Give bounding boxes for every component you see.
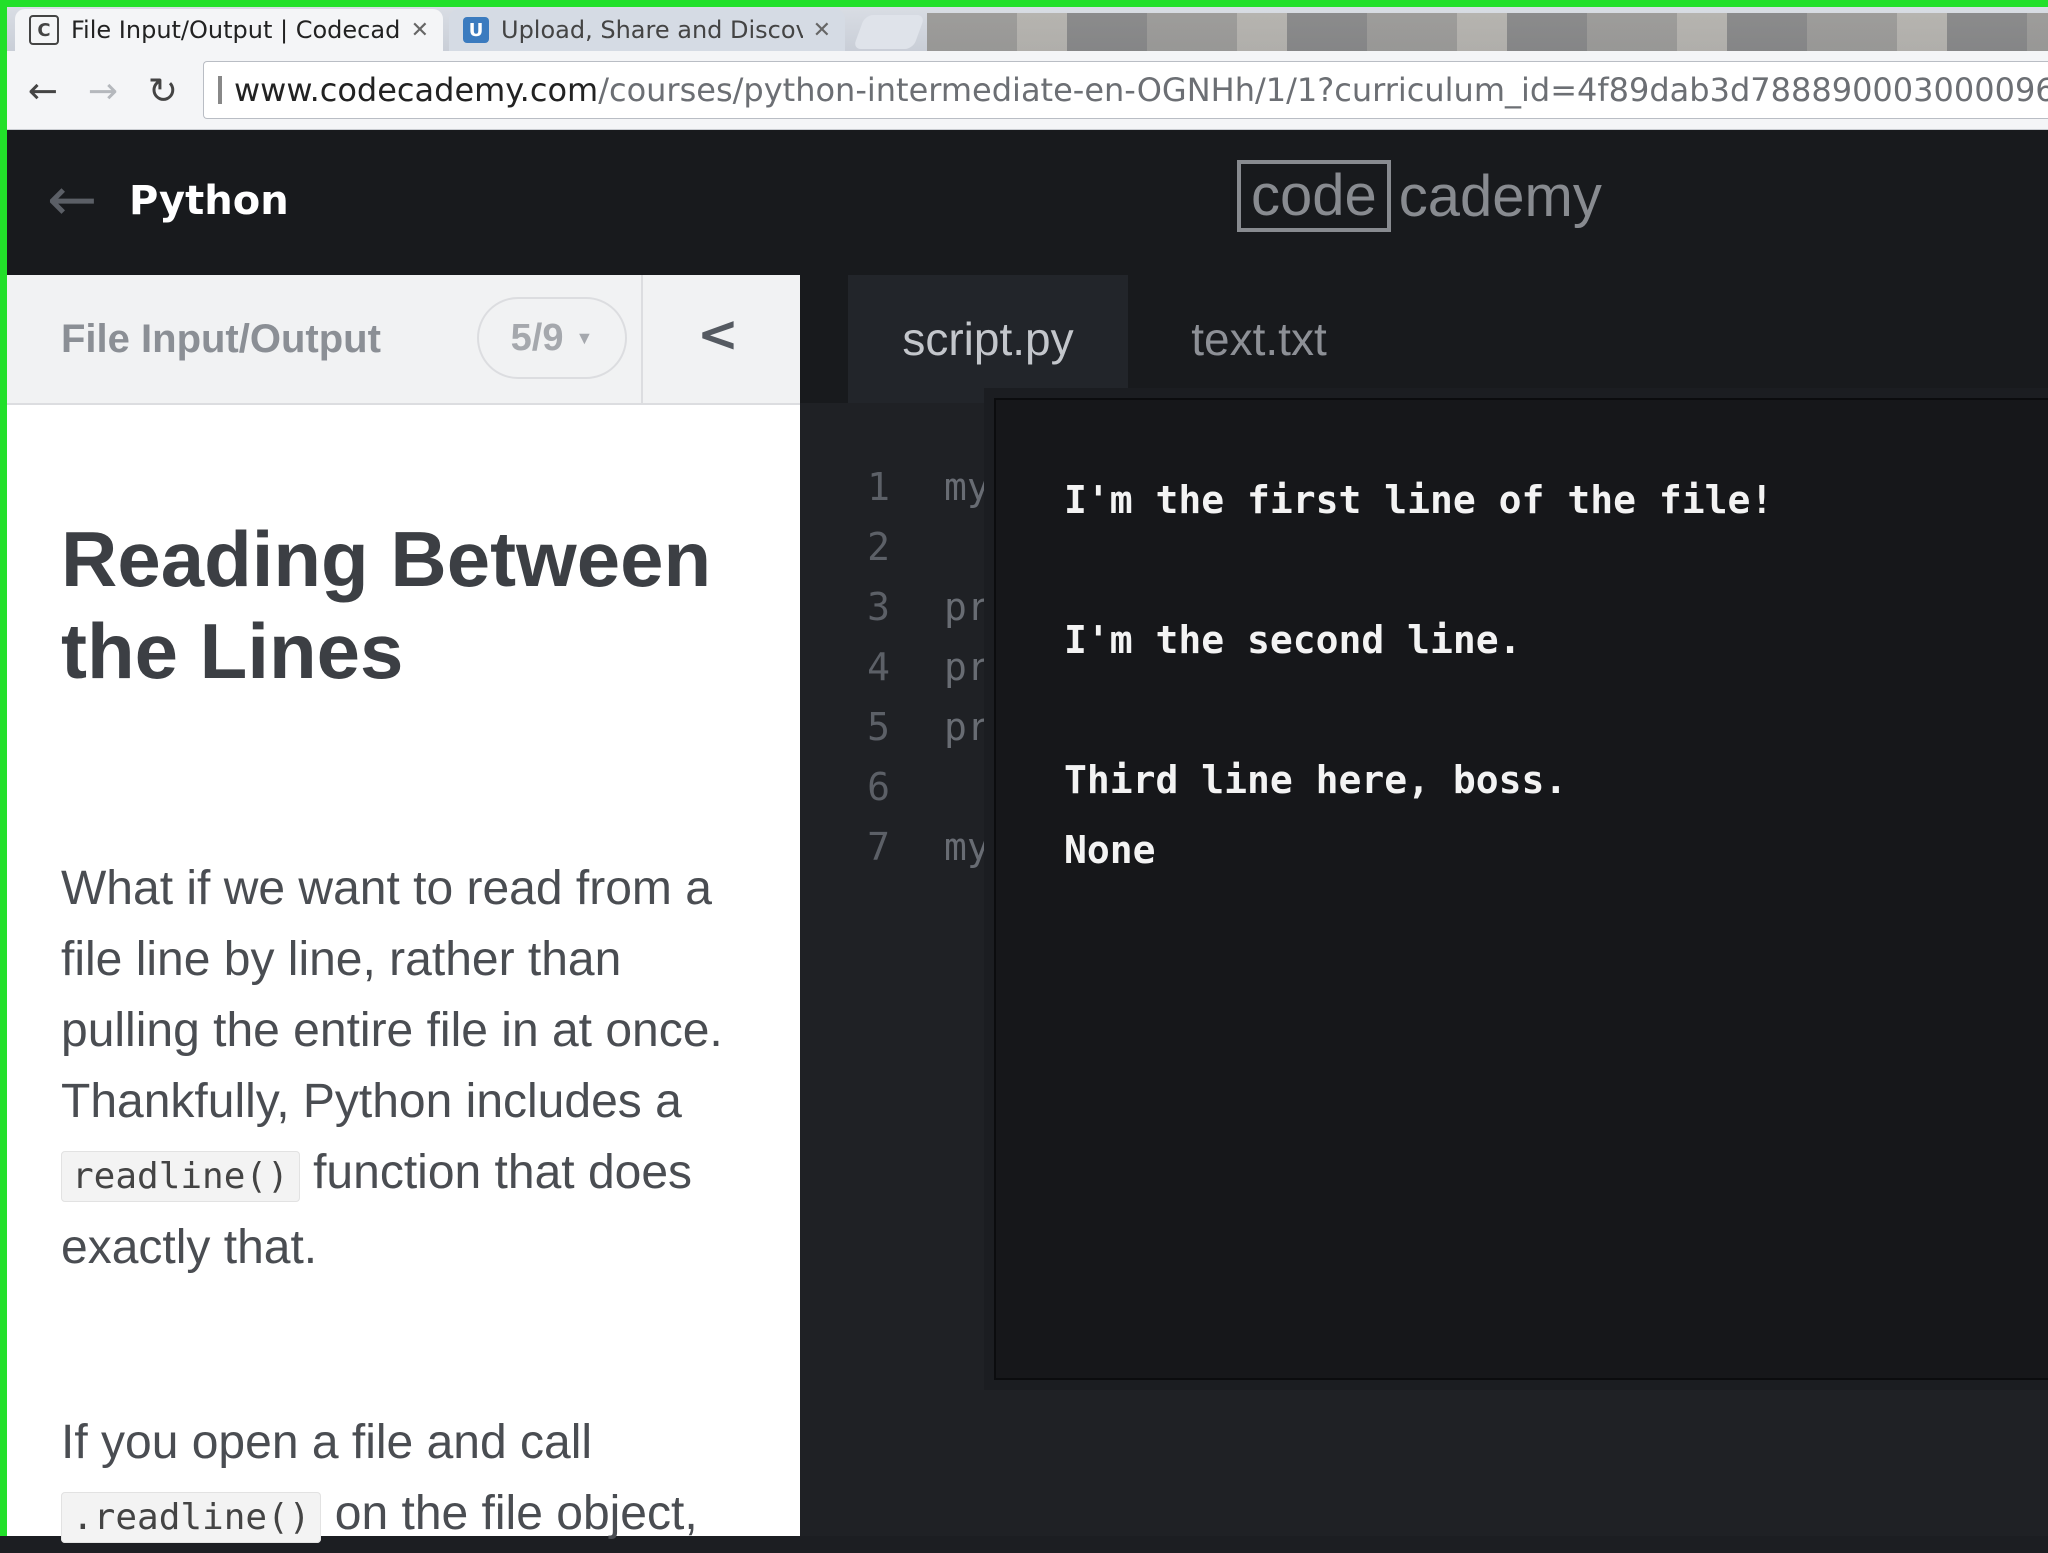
lesson-panel: File Input/Output 5/9 ▼ < Reading Between…	[7, 275, 800, 1543]
course-back-arrow-icon[interactable]: ←	[47, 170, 97, 230]
tab-label: Upload, Share and Discover	[501, 16, 803, 44]
close-tab-icon[interactable]: ✕	[813, 18, 831, 43]
line-number: 5	[867, 705, 890, 749]
code-line: 6	[800, 757, 944, 817]
file-tabs: script.py text.txt	[800, 275, 2048, 403]
progress-text: 5/9	[510, 316, 564, 359]
back-arrow-icon[interactable]: ←	[21, 69, 65, 113]
output-line: I'm the first line of the file!	[1064, 478, 1774, 522]
output-line: I'm the second line.	[1064, 618, 1522, 662]
collapse-panel-icon[interactable]: <	[697, 305, 739, 363]
code-line: 4 pri	[800, 637, 1013, 697]
line-number: 1	[867, 465, 890, 509]
browser-tabstrip: C File Input/Output | Codecademy ✕ U Upl…	[7, 7, 2048, 51]
paragraph-text: on the file object,	[321, 1487, 698, 1540]
file-tab-text[interactable]: text.txt	[1134, 275, 1384, 403]
code-line: 5 pri	[800, 697, 1013, 757]
line-number: 6	[867, 765, 890, 809]
logo-rest-text: cademy	[1398, 163, 1602, 229]
forward-arrow-icon[interactable]: →	[81, 69, 125, 113]
address-bar[interactable]: www.codecademy.com/courses/python-interm…	[203, 61, 2048, 119]
tabstrip-background	[927, 13, 2048, 51]
file-tab-script[interactable]: script.py	[848, 275, 1128, 403]
close-tab-icon[interactable]: ✕	[411, 18, 429, 43]
inline-code: readline()	[61, 1151, 300, 1202]
chevron-down-icon: ▼	[575, 327, 594, 348]
logo-boxed-text: code	[1237, 160, 1391, 232]
browser-tab-upload[interactable]: U Upload, Share and Discover ✕	[449, 9, 845, 51]
code-line: 3 pri	[800, 577, 1013, 637]
course-title[interactable]: Python	[129, 178, 289, 224]
progress-dropdown[interactable]: 5/9 ▼	[477, 297, 627, 379]
lesson-paragraph-2: If you open a file and call .readline() …	[61, 1407, 761, 1553]
line-number: 7	[867, 825, 890, 869]
output-console: I'm the first line of the file! I'm the …	[994, 398, 2048, 1380]
output-line: None	[1064, 828, 1156, 872]
lesson-paragraph-1: What if we want to read from a file line…	[61, 853, 761, 1283]
line-number: 4	[867, 645, 890, 689]
tab-label: File Input/Output | Codecademy	[71, 16, 401, 44]
codecademy-favicon-icon: C	[29, 15, 59, 45]
inline-code: .readline()	[61, 1492, 322, 1543]
app-header: ← Python code cademy	[7, 130, 2048, 275]
paragraph-text: If you open a file and call	[61, 1416, 593, 1469]
browser-toolbar: ← → ↻ www.codecademy.com/courses/python-…	[7, 51, 2048, 130]
page-icon	[218, 76, 222, 104]
code-line: 2	[800, 517, 944, 577]
code-line: 1 my_	[800, 457, 1013, 517]
upload-favicon-icon: U	[463, 17, 489, 43]
browser-tab-codecademy[interactable]: C File Input/Output | Codecademy ✕	[15, 9, 443, 51]
reload-icon[interactable]: ↻	[141, 69, 185, 113]
code-line: 7 my_	[800, 817, 1013, 877]
new-tab-button[interactable]	[852, 15, 926, 49]
lesson-nav-bar: File Input/Output 5/9 ▼ <	[7, 275, 800, 405]
divider	[641, 275, 643, 403]
line-number: 2	[867, 525, 890, 569]
codecademy-logo[interactable]: code cademy	[1237, 160, 1602, 232]
paragraph-text: What if we want to read from a file line…	[61, 862, 723, 1128]
url-path: /courses/python-intermediate-en-OGNHh/1/…	[598, 71, 2048, 109]
output-line: Third line here, boss.	[1064, 758, 1568, 802]
line-number: 3	[867, 585, 890, 629]
lesson-title: Reading Between the Lines	[61, 515, 712, 695]
section-name: File Input/Output	[61, 317, 381, 361]
url-domain: www.codecademy.com	[234, 71, 599, 109]
